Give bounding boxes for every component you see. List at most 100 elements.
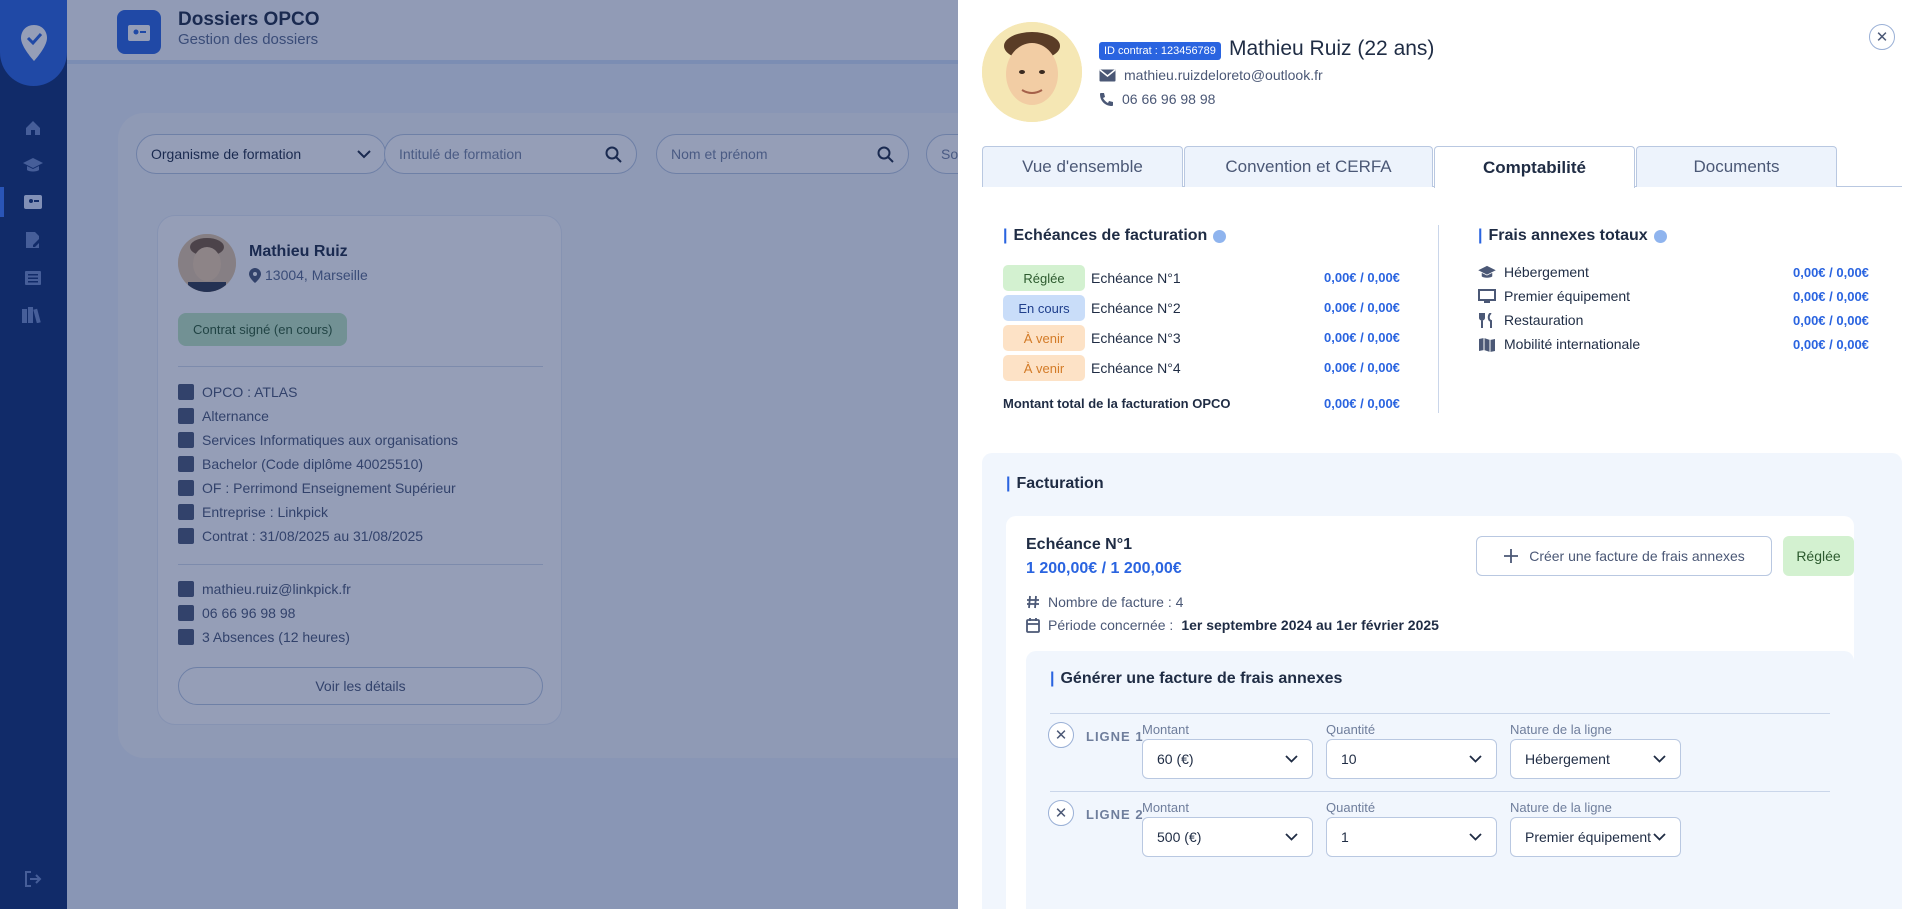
- status-badge: En cours: [1003, 295, 1085, 321]
- echeance-label: Echéance N°4: [1091, 360, 1181, 376]
- chevron-down-icon: [1469, 833, 1482, 841]
- tab-vue-ensemble[interactable]: Vue d'ensemble: [982, 146, 1183, 187]
- montant-label: Montant: [1142, 800, 1189, 815]
- quantite-select[interactable]: 10: [1326, 739, 1497, 779]
- create-invoice-label: Créer une facture de frais annexes: [1529, 548, 1745, 564]
- learner-detail-panel: ID contrat : 123456789 Mathieu Ruiz (22 …: [958, 0, 1916, 909]
- phone-icon: [1100, 92, 1113, 106]
- nature-label: Nature de la ligne: [1510, 722, 1612, 737]
- graduation-icon: [1478, 265, 1496, 278]
- info-icon[interactable]: [1213, 229, 1227, 243]
- echeance-label: Echéance N°1: [1091, 270, 1181, 286]
- nature-select[interactable]: Hébergement: [1510, 739, 1681, 779]
- facturation-section: | Facturation Echéance N°1 1 200,00€ / 1…: [982, 453, 1902, 909]
- generate-title: | Générer une facture de frais annexes: [1050, 670, 1342, 688]
- quantite-value: 1: [1341, 829, 1349, 845]
- frais-row: Mobilité internationale: [1478, 336, 1640, 352]
- panel-phone-text: 06 66 96 98 98: [1122, 91, 1216, 107]
- frais-amount: 0,00€ / 0,00€: [1793, 289, 1869, 304]
- cutlery-icon: [1479, 312, 1492, 328]
- frais-label: Premier équipement: [1504, 288, 1631, 304]
- echeance-amount: 0,00€ / 0,00€: [1324, 360, 1400, 375]
- echeance-amount: 0,00€ / 0,00€: [1324, 300, 1400, 315]
- hash-icon: [1027, 595, 1039, 609]
- remove-line-button[interactable]: ✕: [1048, 722, 1074, 748]
- info-icon[interactable]: [1653, 229, 1667, 243]
- chevron-down-icon: [1653, 755, 1666, 763]
- tab-documents[interactable]: Documents: [1636, 146, 1837, 187]
- avatar: [982, 22, 1082, 122]
- panel-learner-name: Mathieu Ruiz (22 ans): [1229, 37, 1435, 60]
- periode-label: Période concernée :: [1048, 617, 1174, 633]
- nature-value: Hébergement: [1525, 751, 1610, 767]
- status-badge: À venir: [1003, 355, 1085, 381]
- echeances-section-title: | Echéances de facturation: [1003, 227, 1227, 245]
- section-bar: |: [1478, 227, 1483, 244]
- nature-value: Premier équipement: [1525, 829, 1652, 845]
- frais-amount: 0,00€ / 0,00€: [1793, 265, 1869, 280]
- montant-label: Montant: [1142, 722, 1189, 737]
- frais-amount: 0,00€ / 0,00€: [1793, 313, 1869, 328]
- status-badge: Réglée: [1003, 265, 1085, 291]
- nature-select[interactable]: Premier équipement: [1510, 817, 1681, 857]
- generate-title-text: Générer une facture de frais annexes: [1060, 670, 1343, 687]
- montant-select[interactable]: 500 (€): [1142, 817, 1313, 857]
- montant-value: 500 (€): [1157, 829, 1202, 845]
- status-badge: À venir: [1003, 325, 1085, 351]
- frais-label: Hébergement: [1504, 264, 1589, 280]
- section-bar: |: [1003, 227, 1008, 244]
- generate-invoice-form: | Générer une facture de frais annexes ✕…: [1026, 651, 1854, 909]
- tab-convention-cerfa[interactable]: Convention et CERFA: [1184, 146, 1433, 187]
- frais-title-text: Frais annexes totaux: [1488, 227, 1648, 244]
- close-icon: ✕: [1875, 29, 1889, 46]
- line-label: LIGNE 1: [1086, 729, 1144, 744]
- create-invoice-button[interactable]: Créer une facture de frais annexes: [1476, 536, 1772, 576]
- echeance-label: Echéance N°2: [1091, 300, 1181, 316]
- echeance-label: Echéance N°3: [1091, 330, 1181, 346]
- chevron-down-icon: [1285, 755, 1298, 763]
- quantite-value: 10: [1341, 751, 1357, 767]
- echeance-title: Echéance N°1: [1026, 536, 1133, 553]
- remove-line-button[interactable]: ✕: [1048, 800, 1074, 826]
- close-icon: ✕: [1054, 727, 1068, 744]
- echeance-amount: 0,00€ / 0,00€: [1324, 270, 1400, 285]
- frais-amount: 0,00€ / 0,00€: [1793, 337, 1869, 352]
- echeance-card: Echéance N°1 1 200,00€ / 1 200,00€ Nombr…: [1006, 516, 1854, 909]
- periode: Période concernée : 1er septembre 2024 a…: [1026, 617, 1439, 633]
- montant-select[interactable]: 60 (€): [1142, 739, 1313, 779]
- chevron-down-icon: [1653, 833, 1666, 841]
- echeance-amount: 0,00€ / 0,00€: [1324, 330, 1400, 345]
- status-badge: Réglée: [1783, 536, 1854, 576]
- panel-phone: 06 66 96 98 98: [1099, 91, 1215, 107]
- facturation-section-title: | Facturation: [1006, 475, 1104, 493]
- frais-label: Mobilité internationale: [1504, 336, 1641, 352]
- frais-section-title: | Frais annexes totaux: [1478, 227, 1667, 245]
- tab-bar: Vue d'ensemble Convention et CERFA Compt…: [982, 146, 1902, 188]
- plus-icon: [1504, 549, 1519, 563]
- quantite-select[interactable]: 1: [1326, 817, 1497, 857]
- periode-value: 1er septembre 2024 au 1er février 2025: [1181, 617, 1439, 633]
- chevron-down-icon: [1469, 755, 1482, 763]
- close-button[interactable]: ✕: [1869, 24, 1895, 50]
- line-label: LIGNE 2: [1086, 807, 1144, 822]
- nb-factures-text: Nombre de facture : 4: [1048, 594, 1184, 610]
- tab-comptabilite[interactable]: Comptabilité: [1434, 146, 1635, 188]
- contract-id-badge: ID contrat : 123456789: [1099, 42, 1221, 60]
- section-bar: |: [1050, 670, 1055, 687]
- total-amount: 0,00€ / 0,00€: [1324, 396, 1400, 411]
- quantite-label: Quantité: [1326, 722, 1376, 737]
- nb-factures: Nombre de facture : 4: [1026, 594, 1183, 610]
- modal-overlay[interactable]: [0, 0, 958, 909]
- chevron-down-icon: [1285, 833, 1298, 841]
- vertical-divider: [1438, 225, 1439, 413]
- frais-label: Restauration: [1504, 312, 1584, 328]
- panel-email: mathieu.ruizdeloreto@outlook.fr: [1099, 67, 1323, 83]
- section-bar: |: [1006, 475, 1011, 492]
- monitor-icon: [1478, 288, 1496, 303]
- panel-email-text: mathieu.ruizdeloreto@outlook.fr: [1124, 67, 1323, 83]
- echeance-total-amount: 1 200,00€ / 1 200,00€: [1026, 560, 1182, 577]
- divider: [1050, 713, 1830, 714]
- quantite-label: Quantité: [1326, 800, 1376, 815]
- frais-row: Premier équipement: [1478, 288, 1630, 304]
- divider: [1050, 791, 1830, 792]
